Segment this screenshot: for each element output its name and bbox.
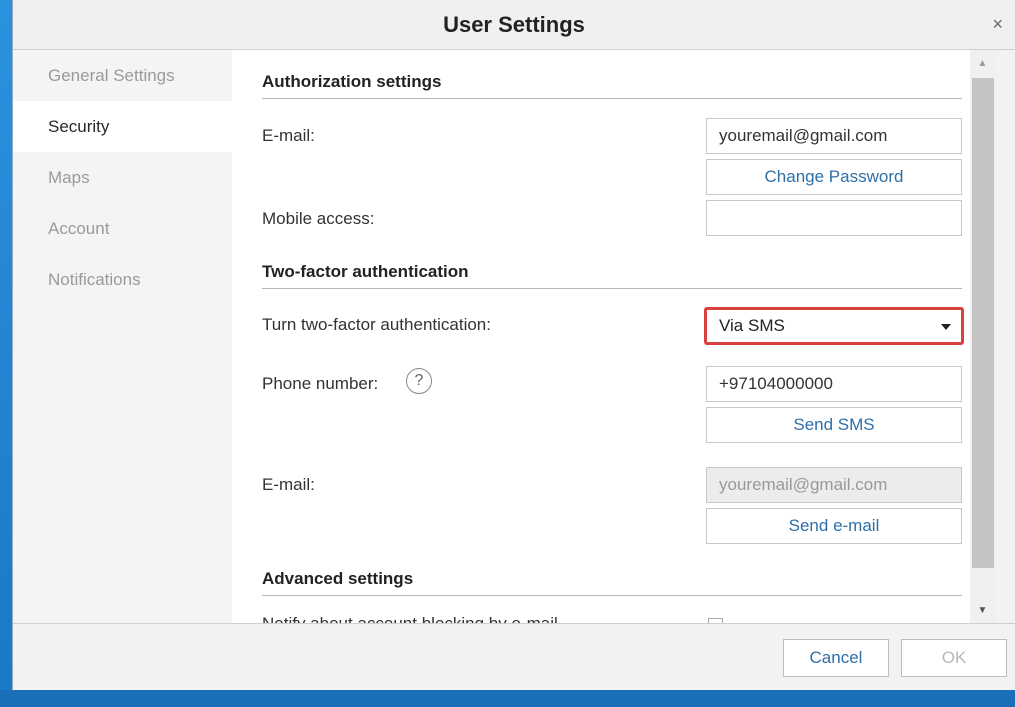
mobile-access-label: Mobile access: [262,209,375,228]
desktop-background [0,0,12,707]
send-sms-button[interactable]: Send SMS [706,407,962,443]
chevron-down-icon [941,324,951,330]
scroll-down-icon[interactable]: ▼ [970,597,995,623]
notify-blocking-label-text: Notify about account blocking by e-mail [262,614,662,623]
change-password-button[interactable]: Change Password [706,159,962,195]
sidebar-item-notifications[interactable]: Notifications [13,254,232,305]
sidebar-item-account[interactable]: Account [13,203,232,254]
scroll-up-icon[interactable]: ▲ [970,50,995,76]
settings-sidebar: General Settings Security Maps Account N… [13,50,232,623]
sidebar-item-general-settings[interactable]: General Settings [13,50,232,101]
email-field[interactable]: youremail@gmail.com [706,118,962,154]
authorization-settings-heading: Authorization settings [262,72,962,99]
two-factor-label: Turn two-factor authentication: [262,315,491,334]
content-scrollbar[interactable]: ▲ ▼ [970,50,995,623]
ok-button[interactable]: OK [901,639,1007,677]
sidebar-item-maps[interactable]: Maps [13,152,232,203]
two-factor-email-label: E-mail: [262,475,315,494]
two-factor-method-value: Via SMS [719,316,785,335]
phone-number-label: Phone number: [262,374,379,393]
security-settings-panel: Authorization settings E-mail: youremail… [232,50,970,623]
user-settings-dialog: User Settings × General Settings Securit… [12,0,1015,690]
advanced-settings-heading: Advanced settings [262,569,962,596]
send-email-button[interactable]: Send e-mail [706,508,962,544]
close-icon[interactable]: × [992,14,1003,34]
sidebar-item-security[interactable]: Security [13,101,232,152]
two-factor-heading: Two-factor authentication [262,262,962,289]
dialog-footer: Cancel OK [13,623,1015,690]
dialog-titlebar: User Settings × [13,0,1015,50]
notify-blocking-label: Notify about account blocking by e-mail [262,614,662,623]
two-factor-method-select[interactable]: Via SMS [704,307,964,345]
help-icon[interactable]: ? [406,368,432,394]
email-label: E-mail: [262,126,315,145]
cancel-button[interactable]: Cancel [783,639,889,677]
two-factor-email-field: youremail@gmail.com [706,467,962,503]
mobile-access-field[interactable] [706,200,962,236]
desktop-background-bottom [0,690,1015,707]
scroll-thumb[interactable] [972,78,994,568]
phone-number-field[interactable]: +97104000000 [706,366,962,402]
dialog-title: User Settings [443,12,585,37]
